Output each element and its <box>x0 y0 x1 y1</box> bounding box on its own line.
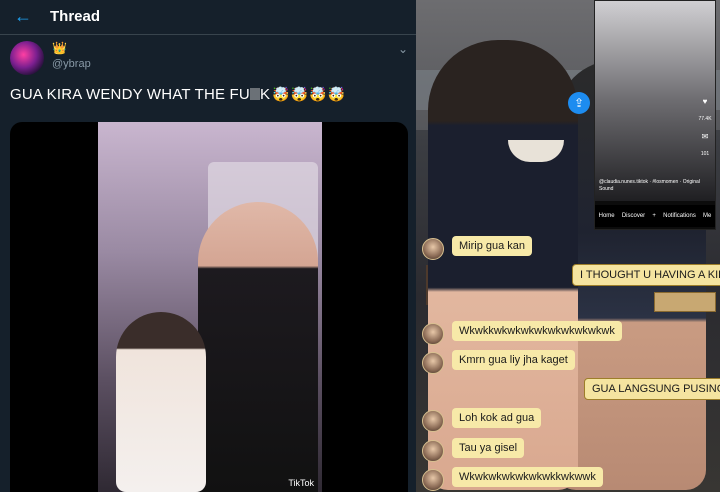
user-handle[interactable]: @ybrap <box>52 58 91 70</box>
nav-create[interactable]: + <box>652 213 656 219</box>
crown-icon: 👑 <box>52 41 67 55</box>
chat-avatar <box>422 469 444 491</box>
comment-icon[interactable]: ✉ <box>702 132 709 141</box>
video-watermark: TikTok <box>288 478 314 488</box>
woman-figure <box>198 202 318 492</box>
chat-avatar <box>422 440 444 462</box>
share-icon[interactable]: ⇪ <box>568 92 590 114</box>
chat-message: Wkwkwkwkwkwkwkkwkwwk <box>452 467 603 487</box>
chat-message: Loh kok ad gua <box>452 408 542 428</box>
tiktok-video-frame <box>595 1 715 201</box>
emoji-group: 🤯🤯🤯🤯 <box>272 86 346 102</box>
chat-message: Kmrn gua liy jha kaget <box>452 350 575 370</box>
chat-avatar <box>422 410 444 432</box>
chat-message: Wkwkkwkwkwkwkwkwkwkwkwk <box>452 321 622 341</box>
video-frame[interactable]: TikTok <box>98 122 322 492</box>
child-figure <box>116 312 206 492</box>
chat-message: GUA LANGSUNG PUSING <box>584 378 720 400</box>
thread-header: ← Thread <box>0 0 416 35</box>
chat-avatar <box>422 323 444 345</box>
tiktok-side-actions: ♥ 77.4K ✉ 101 <box>698 97 712 157</box>
tweet-text-end: K <box>259 86 271 103</box>
nav-discover[interactable]: Discover <box>622 213 645 219</box>
tiktok-phone-screen: ♥ 77.4K ✉ 101 @claudia.nunes.tiktok · #l… <box>594 0 716 230</box>
back-arrow-icon[interactable]: ← <box>14 6 32 27</box>
comment-count: 101 <box>700 151 710 157</box>
chat-message: Mirip gua kan <box>452 236 533 256</box>
tiktok-nav-bar: Home Discover + Notifications Me <box>595 205 715 227</box>
page-title: Thread <box>50 8 101 25</box>
chat-message: I THOUGHT U HAVING A KID <box>572 264 720 286</box>
tweet-text: GUA KIRA WENDY WHAT THE FU K 🤯🤯🤯🤯 <box>10 86 346 103</box>
chevron-down-icon[interactable]: ⌄ <box>398 42 408 56</box>
twitter-panel: ← Thread 👑 @ybrap ⌄ GUA KIRA WENDY WHAT … <box>0 0 416 492</box>
censor-block <box>249 88 260 100</box>
nav-home[interactable]: Home <box>599 213 615 219</box>
tiktok-caption: @claudia.nunes.tiktok · #losmomen · Orig… <box>599 179 700 192</box>
tweet-text-main: GUA KIRA WENDY WHAT THE FU <box>10 86 250 103</box>
tweet-video[interactable]: TikTok <box>10 122 408 492</box>
nav-notifications[interactable]: Notifications <box>663 213 696 219</box>
like-count: 77.4K <box>698 116 712 122</box>
redacted-message <box>654 292 716 312</box>
avatar[interactable] <box>10 41 44 75</box>
nav-me[interactable]: Me <box>703 213 711 219</box>
chat-message: Tau ya gisel <box>452 438 525 458</box>
chat-avatar <box>422 238 444 260</box>
heart-icon[interactable]: ♥ <box>703 97 708 106</box>
chat-screenshot-panel: ⇪ ♥ 77.4K ✉ 101 @claudia.nunes.tiktok · … <box>416 0 720 492</box>
chat-avatar <box>422 352 444 374</box>
